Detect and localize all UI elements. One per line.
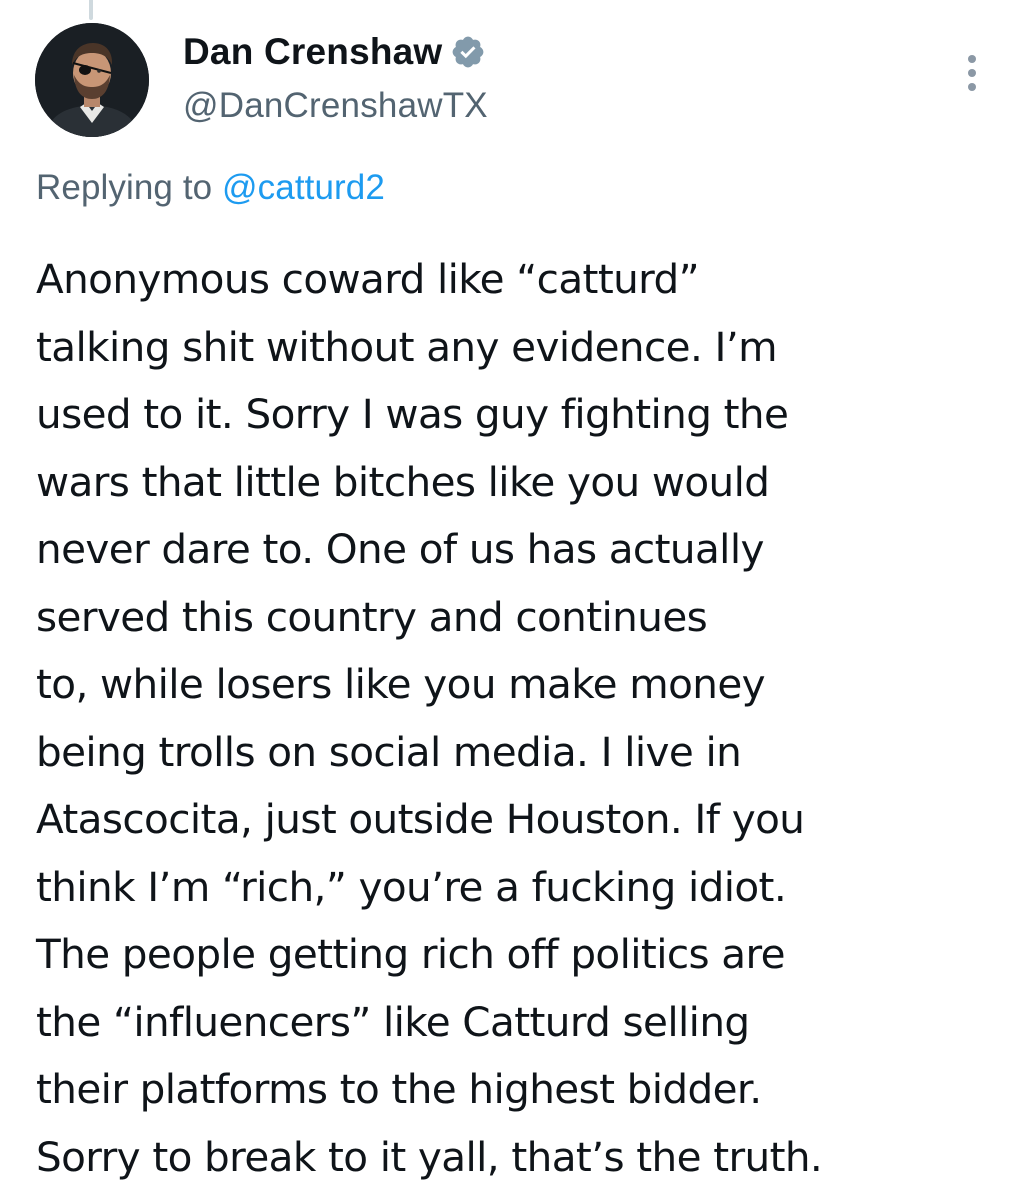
- replying-to: Replying to @catturd2: [36, 168, 385, 208]
- tweet-text-line: think I’m “rich,” you’re a fucking idiot…: [36, 862, 787, 911]
- more-options-button[interactable]: [950, 48, 994, 98]
- tweet-text-line: The people getting rich off politics are: [36, 930, 786, 978]
- tweet-text-line: used to it. Sorry I was guy fighting the: [36, 390, 789, 438]
- tweet-text: Anonymous coward like “catturd” talking …: [36, 246, 996, 1191]
- user-handle[interactable]: @DanCrenshawTX: [183, 86, 488, 126]
- tweet-text-line: talking shit without any evidence. I’m: [36, 322, 778, 371]
- tweet-text-line: to, while losers like you make money: [36, 660, 766, 708]
- reply-to-handle-link[interactable]: @catturd2: [222, 168, 385, 207]
- name-row: Dan Crenshaw: [183, 26, 488, 78]
- tweet-text-line: Anonymous coward like “catturd”: [36, 255, 700, 303]
- thread-connector-line: [89, 0, 93, 20]
- tweet-text-line: Sorry to break to it yall, that’s the tr…: [36, 1132, 823, 1181]
- avatar-image: [35, 23, 149, 137]
- more-vertical-icon-dot: [968, 69, 976, 77]
- replying-to-label: Replying to: [36, 168, 213, 207]
- tweet-text-line: wars that little bitches like you would: [36, 457, 770, 506]
- tweet-text-line: being trolls on social media. I live in: [36, 727, 742, 776]
- tweet-text-line: never dare to. One of us has actually: [36, 525, 764, 573]
- tweet-text-line: Atascocita, just outside Houston. If you: [36, 795, 805, 843]
- avatar[interactable]: [35, 23, 149, 137]
- tweet-text-line: the “influencers” like Catturd selling: [36, 997, 750, 1046]
- more-vertical-icon: [968, 55, 976, 63]
- tweet-text-line: their platforms to the highest bidder.: [36, 1065, 762, 1113]
- tweet-text-line: served this country and continues: [36, 592, 708, 641]
- display-name[interactable]: Dan Crenshaw: [183, 31, 442, 73]
- tweet-header: Dan Crenshaw @DanCrenshawTX: [183, 26, 488, 126]
- more-vertical-icon-dot: [968, 83, 976, 91]
- verified-badge-icon: [450, 34, 486, 70]
